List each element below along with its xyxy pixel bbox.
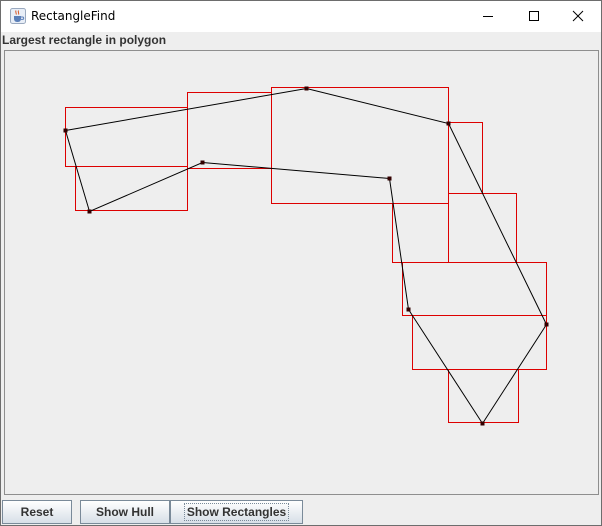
found-rectangle: [402, 262, 547, 316]
app-window: RectangleFind Largest rectangle in polyg…: [0, 0, 602, 526]
found-rectangle: [448, 369, 519, 423]
show-rectangles-label: Show Rectangles: [183, 503, 290, 521]
window-title: RectangleFind: [31, 9, 116, 23]
rectangles-layer: [65, 87, 547, 423]
panel-heading: Largest rectangle in polygon: [2, 33, 167, 47]
maximize-button[interactable]: [511, 1, 557, 31]
java-coffee-cup-icon: [10, 8, 26, 24]
vertex-handle: [446, 121, 451, 126]
found-rectangle: [187, 92, 272, 169]
reset-button[interactable]: Reset: [2, 500, 72, 524]
found-rectangle: [271, 87, 449, 204]
title-bar[interactable]: RectangleFind: [1, 1, 601, 32]
show-rectangles-button[interactable]: Show Rectangles: [170, 500, 303, 524]
found-rectangle: [448, 193, 517, 263]
show-hull-button[interactable]: Show Hull: [80, 500, 170, 524]
vertex-handle: [200, 160, 205, 165]
found-rectangle: [75, 166, 188, 211]
polygon-outline: [64, 87, 548, 425]
vertex-handle: [387, 176, 392, 181]
maximize-icon: [529, 11, 539, 21]
vertex-handle: [63, 128, 68, 133]
polygon-vertices: [63, 86, 549, 426]
close-icon: [572, 10, 584, 22]
found-rectangle: [65, 107, 188, 167]
minimize-button[interactable]: [465, 1, 511, 31]
vertex-handle: [406, 307, 411, 312]
drawing-canvas[interactable]: [4, 50, 599, 495]
vertex-handle: [544, 322, 549, 327]
found-rectangle: [412, 315, 547, 370]
close-button[interactable]: [555, 1, 601, 31]
vertex-handle: [304, 86, 309, 91]
minimize-icon: [483, 16, 493, 17]
vertex-handle: [480, 421, 485, 426]
vertex-handle: [87, 209, 92, 214]
